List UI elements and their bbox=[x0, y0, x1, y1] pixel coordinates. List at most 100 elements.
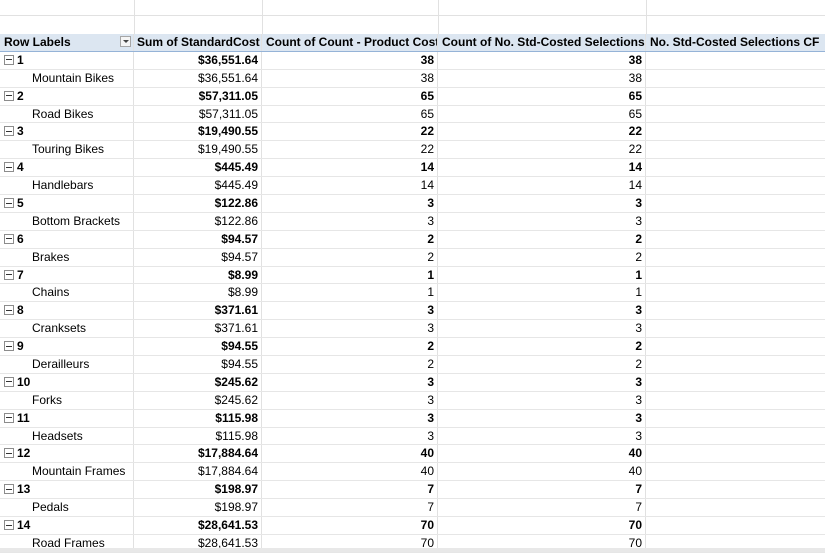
count-product-cost-cell[interactable]: 3 bbox=[262, 302, 438, 320]
count-std-costed-cell[interactable]: 65 bbox=[438, 105, 646, 123]
standard-cost-cell[interactable]: $94.55 bbox=[134, 356, 262, 373]
std-costed-cf-cell[interactable] bbox=[646, 302, 825, 319]
std-costed-cf-cell[interactable] bbox=[646, 481, 825, 498]
row-item-label-cell[interactable]: Derailleurs bbox=[0, 356, 134, 373]
standard-cost-cell[interactable]: $115.98 bbox=[134, 427, 262, 445]
count-product-cost-cell[interactable]: 38 bbox=[262, 69, 438, 87]
std-costed-cf-cell[interactable] bbox=[646, 231, 825, 248]
collapse-minus-icon[interactable] bbox=[4, 162, 14, 173]
standard-cost-cell[interactable]: $28,641.53 bbox=[134, 517, 262, 534]
collapse-minus-icon[interactable] bbox=[4, 198, 14, 209]
count-product-cost-cell[interactable]: 7 bbox=[262, 499, 438, 517]
row-item-label-cell[interactable]: Road Bikes bbox=[0, 105, 134, 123]
header-count-product-cost[interactable]: Count of Count - Product Cost bbox=[262, 34, 438, 51]
row-item-label-cell[interactable]: Touring Bikes bbox=[0, 141, 134, 159]
count-std-costed-cell[interactable]: 22 bbox=[438, 141, 646, 159]
count-std-costed-cell[interactable]: 2 bbox=[438, 338, 646, 356]
row-group-label-cell[interactable]: 8 bbox=[0, 302, 134, 320]
collapse-minus-icon[interactable] bbox=[4, 90, 14, 101]
std-costed-cf-cell[interactable] bbox=[646, 517, 825, 534]
row-item-label-cell[interactable]: Headsets bbox=[0, 427, 134, 445]
count-std-costed-cell[interactable]: 1 bbox=[438, 266, 646, 284]
collapse-minus-icon[interactable] bbox=[4, 341, 14, 352]
standard-cost-cell[interactable]: $122.86 bbox=[134, 212, 262, 230]
count-product-cost-cell[interactable]: 65 bbox=[262, 87, 438, 105]
standard-cost-cell[interactable]: $94.55 bbox=[134, 338, 262, 356]
standard-cost-cell[interactable]: $17,884.64 bbox=[134, 463, 262, 481]
standard-cost-cell[interactable]: $19,490.55 bbox=[134, 123, 262, 141]
row-group-label-cell[interactable]: 12 bbox=[0, 445, 134, 463]
count-std-costed-cell[interactable]: 38 bbox=[438, 51, 646, 69]
row-item-label-cell[interactable]: Mountain Frames bbox=[0, 463, 134, 481]
standard-cost-cell[interactable]: $371.61 bbox=[134, 320, 262, 338]
row-group-label-cell[interactable]: 14 bbox=[0, 517, 134, 534]
std-costed-cf-cell[interactable] bbox=[646, 320, 825, 337]
count-std-costed-cell[interactable]: 3 bbox=[438, 373, 646, 391]
collapse-minus-icon[interactable] bbox=[4, 233, 14, 244]
standard-cost-cell[interactable]: $115.98 bbox=[134, 409, 262, 427]
standard-cost-cell[interactable]: $57,311.05 bbox=[134, 105, 262, 123]
row-group-label-cell[interactable]: 6 bbox=[0, 230, 134, 248]
collapse-minus-icon[interactable] bbox=[4, 448, 14, 459]
standard-cost-cell[interactable]: $57,311.05 bbox=[134, 87, 262, 105]
standard-cost-cell[interactable]: $245.62 bbox=[134, 373, 262, 391]
std-costed-cf-cell[interactable] bbox=[646, 374, 825, 391]
filter-dropdown-icon[interactable] bbox=[120, 36, 131, 47]
count-std-costed-cell[interactable]: 2 bbox=[438, 248, 646, 266]
count-product-cost-cell[interactable]: 40 bbox=[262, 445, 438, 463]
count-product-cost-cell[interactable]: 2 bbox=[262, 230, 438, 248]
count-std-costed-cell[interactable]: 14 bbox=[438, 177, 646, 195]
count-std-costed-cell[interactable]: 70 bbox=[438, 517, 646, 534]
std-costed-cf-cell[interactable] bbox=[646, 499, 825, 516]
header-std-costed-cf[interactable]: No. Std-Costed Selections CF bbox=[646, 34, 825, 51]
standard-cost-cell[interactable]: $36,551.64 bbox=[134, 51, 262, 69]
collapse-minus-icon[interactable] bbox=[4, 412, 14, 423]
std-costed-cf-cell[interactable] bbox=[646, 123, 825, 140]
header-sum-standard-cost[interactable]: Sum of StandardCost bbox=[134, 34, 262, 51]
row-group-label-cell[interactable]: 2 bbox=[0, 87, 134, 105]
count-product-cost-cell[interactable]: 2 bbox=[262, 356, 438, 373]
count-std-costed-cell[interactable]: 38 bbox=[438, 69, 646, 87]
std-costed-cf-cell[interactable] bbox=[646, 249, 825, 266]
collapse-minus-icon[interactable] bbox=[4, 376, 14, 387]
standard-cost-cell[interactable]: $8.99 bbox=[134, 266, 262, 284]
count-product-cost-cell[interactable]: 38 bbox=[262, 51, 438, 69]
count-product-cost-cell[interactable]: 3 bbox=[262, 212, 438, 230]
count-product-cost-cell[interactable]: 1 bbox=[262, 284, 438, 302]
row-item-label-cell[interactable]: Chains bbox=[0, 284, 134, 302]
row-group-label-cell[interactable]: 9 bbox=[0, 338, 134, 356]
row-item-label-cell[interactable]: Brakes bbox=[0, 248, 134, 266]
row-group-label-cell[interactable]: 5 bbox=[0, 195, 134, 212]
row-group-label-cell[interactable]: 1 bbox=[0, 51, 134, 69]
std-costed-cf-cell[interactable] bbox=[646, 463, 825, 480]
count-product-cost-cell[interactable]: 2 bbox=[262, 248, 438, 266]
count-product-cost-cell[interactable]: 3 bbox=[262, 409, 438, 427]
count-product-cost-cell[interactable]: 3 bbox=[262, 373, 438, 391]
row-group-label-cell[interactable]: 13 bbox=[0, 481, 134, 499]
std-costed-cf-cell[interactable] bbox=[646, 88, 825, 105]
row-group-label-cell[interactable]: 7 bbox=[0, 266, 134, 284]
std-costed-cf-cell[interactable] bbox=[646, 70, 825, 87]
count-std-costed-cell[interactable]: 40 bbox=[438, 463, 646, 481]
count-product-cost-cell[interactable]: 22 bbox=[262, 123, 438, 141]
count-std-costed-cell[interactable]: 2 bbox=[438, 230, 646, 248]
std-costed-cf-cell[interactable] bbox=[646, 267, 825, 284]
count-std-costed-cell[interactable]: 22 bbox=[438, 123, 646, 141]
std-costed-cf-cell[interactable] bbox=[646, 410, 825, 427]
count-std-costed-cell[interactable]: 40 bbox=[438, 445, 646, 463]
count-product-cost-cell[interactable]: 3 bbox=[262, 427, 438, 445]
count-std-costed-cell[interactable]: 3 bbox=[438, 391, 646, 409]
count-product-cost-cell[interactable]: 70 bbox=[262, 517, 438, 534]
count-std-costed-cell[interactable]: 7 bbox=[438, 481, 646, 499]
count-std-costed-cell[interactable]: 65 bbox=[438, 87, 646, 105]
std-costed-cf-cell[interactable] bbox=[646, 392, 825, 409]
count-std-costed-cell[interactable]: 14 bbox=[438, 159, 646, 177]
collapse-minus-icon[interactable] bbox=[4, 484, 14, 495]
standard-cost-cell[interactable]: $198.97 bbox=[134, 481, 262, 499]
std-costed-cf-cell[interactable] bbox=[646, 338, 825, 355]
standard-cost-cell[interactable]: $122.86 bbox=[134, 195, 262, 212]
count-product-cost-cell[interactable]: 22 bbox=[262, 141, 438, 159]
row-item-label-cell[interactable]: Cranksets bbox=[0, 320, 134, 338]
count-product-cost-cell[interactable]: 2 bbox=[262, 338, 438, 356]
standard-cost-cell[interactable]: $17,884.64 bbox=[134, 445, 262, 463]
